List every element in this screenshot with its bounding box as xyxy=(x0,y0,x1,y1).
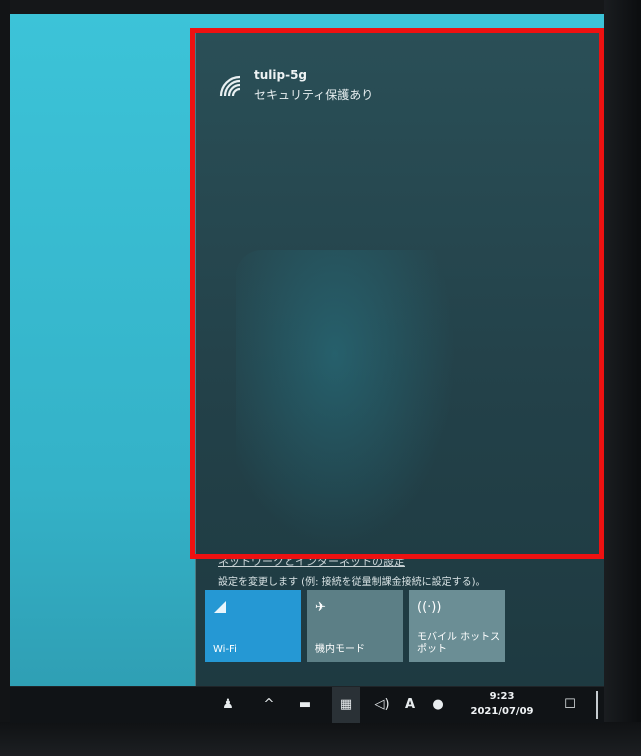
quick-action-label: モバイル ホットスポット xyxy=(417,632,501,655)
network-tray-icon[interactable]: ▦ xyxy=(332,687,360,723)
clock-time[interactable]: 9:23 xyxy=(462,691,542,702)
show-desktop-button[interactable] xyxy=(596,691,598,719)
quick-action-label: Wi-Fi xyxy=(213,644,237,655)
wifi-icon xyxy=(213,600,227,618)
monitor-bezel-right xyxy=(604,0,641,756)
taskbar: ♟ ^ ▬ ▦ ◁) A ● 9:23 2021/07/09 ☐ xyxy=(10,686,604,723)
quick-action-label: 機内モード xyxy=(315,644,365,655)
volume-icon[interactable]: ◁) xyxy=(370,687,394,723)
hotspot-icon: ((·)) xyxy=(417,600,442,615)
quick-action-airplane-mode[interactable]: ✈ 機内モード xyxy=(307,590,403,662)
monitor-bezel-top xyxy=(0,0,641,14)
battery-icon[interactable]: ▬ xyxy=(294,687,316,723)
action-center-icon[interactable]: ☐ xyxy=(558,687,582,723)
monitor-bezel-bottom xyxy=(0,722,641,756)
quick-action-mobile-hotspot[interactable]: ((·)) モバイル ホットスポット xyxy=(409,590,505,662)
clock-date[interactable]: 2021/07/09 xyxy=(462,706,542,717)
monitor-bezel-left xyxy=(0,0,10,756)
show-hidden-icons-chevron-icon[interactable]: ^ xyxy=(260,687,278,723)
network-settings-description: 設定を変更します (例: 接続を従量制課金接続に設定する)。 xyxy=(218,577,486,588)
ime-indicator[interactable]: A xyxy=(400,687,420,723)
people-icon[interactable]: ♟ xyxy=(216,687,240,723)
clock-status-icon[interactable]: ● xyxy=(428,687,448,723)
quick-action-wifi[interactable]: Wi-Fi xyxy=(205,590,301,662)
red-highlight-box xyxy=(190,28,604,559)
airplane-icon: ✈ xyxy=(315,600,326,615)
